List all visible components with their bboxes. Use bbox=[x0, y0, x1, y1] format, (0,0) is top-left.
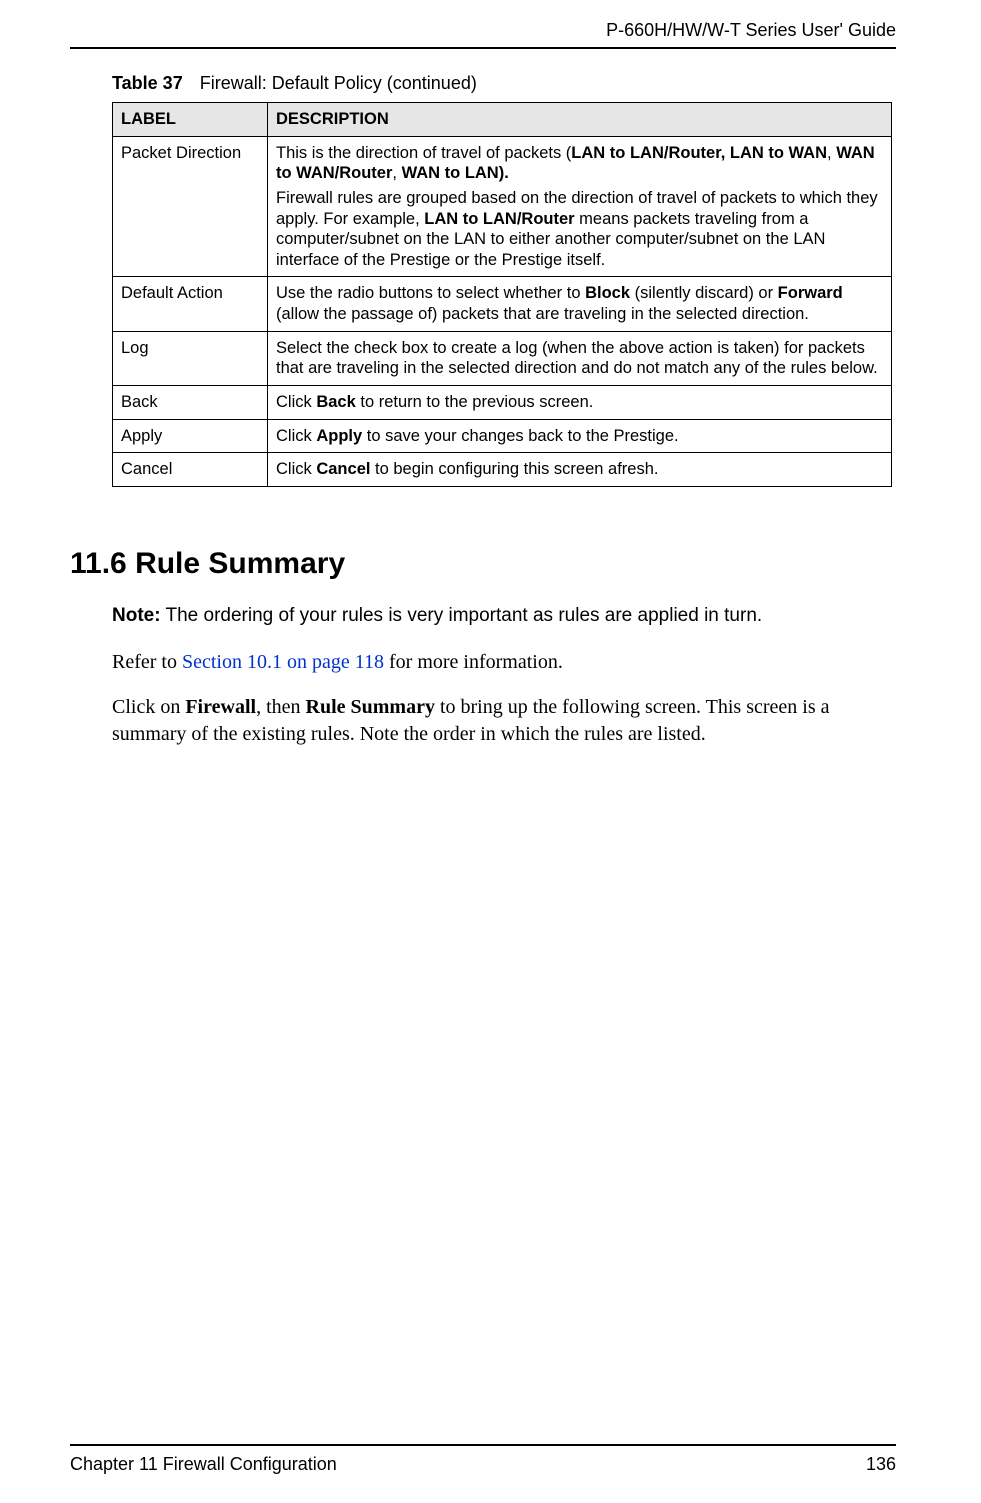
footer-page-number: 136 bbox=[866, 1454, 896, 1475]
text-fragment: (silently discard) or bbox=[630, 284, 778, 302]
note-label: Note: bbox=[112, 605, 161, 626]
row-label: Log bbox=[113, 331, 268, 385]
note-text: The ordering of your rules is very impor… bbox=[161, 605, 763, 626]
text-fragment: Click on bbox=[112, 696, 185, 718]
table-row: Log Select the check box to create a log… bbox=[113, 331, 892, 385]
table-row: Apply Click Apply to save your changes b… bbox=[113, 419, 892, 453]
text-fragment: to begin configuring this screen afresh. bbox=[370, 460, 658, 478]
row-label: Back bbox=[113, 385, 268, 419]
text-fragment: , bbox=[827, 144, 836, 162]
row-description: Click Back to return to the previous scr… bbox=[268, 385, 892, 419]
table-row: Default Action Use the radio buttons to … bbox=[113, 277, 892, 331]
row-description: Select the check box to create a log (wh… bbox=[268, 331, 892, 385]
row-description: Click Cancel to begin configuring this s… bbox=[268, 453, 892, 487]
row-label: Apply bbox=[113, 419, 268, 453]
text-fragment-bold: Firewall bbox=[185, 696, 256, 718]
row-description: This is the direction of travel of packe… bbox=[268, 136, 892, 277]
row-description: Use the radio buttons to select whether … bbox=[268, 277, 892, 331]
footer-chapter: Chapter 11 Firewall Configuration bbox=[70, 1454, 337, 1475]
text-fragment: , then bbox=[256, 696, 305, 718]
text-fragment: , bbox=[392, 164, 401, 182]
text-fragment-bold: LAN to LAN/Router, LAN to WAN bbox=[571, 144, 827, 162]
text-fragment: (allow the passage of) packets that are … bbox=[276, 305, 809, 323]
text-fragment: Click bbox=[276, 460, 316, 478]
text-fragment: Refer to bbox=[112, 651, 182, 673]
body-paragraph: Refer to Section 10.1 on page 118 for mo… bbox=[112, 649, 896, 676]
row-label: Cancel bbox=[113, 453, 268, 487]
row-description: Click Apply to save your changes back to… bbox=[268, 419, 892, 453]
text-fragment-bold: Back bbox=[316, 393, 355, 411]
page-header: P-660H/HW/W-T Series User' Guide bbox=[70, 20, 896, 49]
cross-reference-link[interactable]: Section 10.1 on page 118 bbox=[182, 651, 384, 673]
text-fragment-bold: LAN to LAN/Router bbox=[424, 210, 574, 228]
guide-title: P-660H/HW/W-T Series User' Guide bbox=[606, 20, 896, 40]
table-caption-label: Table 37 bbox=[112, 73, 183, 93]
table-row: Cancel Click Cancel to begin configuring… bbox=[113, 453, 892, 487]
header-description: DESCRIPTION bbox=[268, 103, 892, 137]
desc-paragraph: Firewall rules are grouped based on the … bbox=[276, 188, 883, 271]
row-label: Default Action bbox=[113, 277, 268, 331]
text-fragment: This is the direction of travel of packe… bbox=[276, 144, 571, 162]
text-fragment-bold: Rule Summary bbox=[306, 696, 435, 718]
text-fragment-bold: Block bbox=[585, 284, 630, 302]
table-row: Back Click Back to return to the previou… bbox=[113, 385, 892, 419]
note-line: Note: The ordering of your rules is very… bbox=[112, 605, 896, 627]
text-fragment-bold: Forward bbox=[778, 284, 843, 302]
firewall-policy-table: LABEL DESCRIPTION Packet Direction This … bbox=[112, 102, 892, 487]
text-fragment: to return to the previous screen. bbox=[356, 393, 594, 411]
text-fragment: for more information. bbox=[384, 651, 563, 673]
text-fragment: Click bbox=[276, 393, 316, 411]
text-fragment-bold: Apply bbox=[316, 427, 362, 445]
body-paragraph: Click on Firewall, then Rule Summary to … bbox=[112, 694, 896, 748]
text-fragment: Use the radio buttons to select whether … bbox=[276, 284, 585, 302]
text-fragment-bold: Cancel bbox=[316, 460, 370, 478]
text-fragment: to save your changes back to the Prestig… bbox=[362, 427, 678, 445]
header-label: LABEL bbox=[113, 103, 268, 137]
text-fragment: Click bbox=[276, 427, 316, 445]
table-header-row: LABEL DESCRIPTION bbox=[113, 103, 892, 137]
table-caption-text: Firewall: Default Policy (continued) bbox=[200, 73, 477, 93]
row-label: Packet Direction bbox=[113, 136, 268, 277]
table-caption: Table 37 Firewall: Default Policy (conti… bbox=[112, 73, 896, 94]
desc-paragraph: This is the direction of travel of packe… bbox=[276, 143, 883, 184]
text-fragment-bold: WAN to LAN). bbox=[402, 164, 509, 182]
page-footer: Chapter 11 Firewall Configuration 136 bbox=[70, 1444, 896, 1475]
table-row: Packet Direction This is the direction o… bbox=[113, 136, 892, 277]
section-heading: 11.6 Rule Summary bbox=[70, 547, 896, 581]
